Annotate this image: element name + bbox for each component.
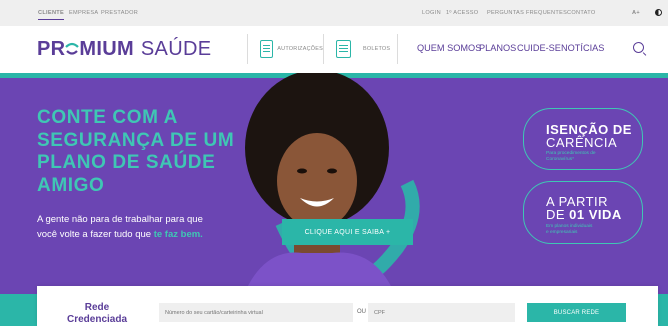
- rede-search-card: Rede Credenciada OU BUSCAR REDE: [37, 286, 658, 326]
- badge-isencao-note: Para procedimentos de Coronavírus*: [546, 151, 596, 163]
- note-line: e empresariais: [546, 230, 578, 235]
- boletos-label: BOLETOS: [363, 46, 391, 52]
- subtext-line: você volte a fazer tudo que te faz bem.: [37, 227, 203, 242]
- logo-mark-icon: [65, 39, 80, 55]
- hero-headline: CONTE COM A SEGURANÇA DE UM PLANO DE SAÚ…: [37, 107, 234, 197]
- utility-bar: CLIENTE EMPRESA PRESTADOR LOGIN 1º ACESS…: [0, 0, 668, 26]
- badge-vida: A PARTIR DE 01 VIDA Em planos individuai…: [523, 181, 643, 244]
- nav-planos[interactable]: PLANOS: [479, 43, 516, 53]
- rede-title-line2: Credenciada: [66, 314, 128, 325]
- note-line: Em planos individuais: [546, 224, 593, 229]
- contact-link[interactable]: CONTATO: [567, 0, 596, 26]
- first-access-link[interactable]: 1º ACESSO: [446, 0, 478, 26]
- search-network-button[interactable]: BUSCAR REDE: [527, 303, 626, 322]
- note-line: Coronavírus*: [546, 157, 574, 162]
- badge-vida-de: DE: [546, 207, 570, 222]
- rede-title-line1: Rede: [84, 302, 110, 313]
- font-size-button[interactable]: A+: [632, 0, 640, 26]
- login-link[interactable]: LOGIN: [422, 0, 441, 26]
- logo-part-saude: SAÚDE: [140, 38, 212, 60]
- hero-banner: CONTE COM A SEGURANÇA DE UM PLANO DE SAÚ…: [0, 73, 668, 299]
- subtext-highlight: te faz bem.: [153, 229, 203, 240]
- card-number-input[interactable]: [159, 303, 353, 322]
- or-label: OU: [357, 309, 366, 315]
- audience-empresa[interactable]: EMPRESA: [69, 0, 98, 26]
- badge-vida-count: 01 VIDA: [569, 207, 622, 222]
- headline-line: PLANO DE SAÚDE: [37, 152, 216, 173]
- logo-part-mium: MIUM: [79, 38, 134, 60]
- headline-line: AMIGO: [37, 174, 105, 196]
- search-icon[interactable]: [633, 42, 644, 53]
- badge-vida-line2: DE 01 VIDA: [546, 207, 622, 222]
- badge-vida-note: Em planos individuais e empresariais: [546, 224, 592, 236]
- site-header: PR MIUM SAÚDE AUTORIZAÇÕES BOLETOS QUEM …: [0, 26, 668, 73]
- hero-subtext: A gente não para de trabalhar para que v…: [37, 212, 203, 242]
- nav-noticias[interactable]: NOTÍCIAS: [561, 43, 604, 53]
- cta-button[interactable]: CLIQUE AQUI E SAIBA +: [282, 219, 413, 245]
- rede-title: Rede Credenciada: [37, 302, 157, 326]
- autorizacoes-button[interactable]: AUTORIZAÇÕES: [247, 34, 323, 64]
- subtext-line: A gente não para de trabalhar para que: [37, 214, 203, 225]
- subtext-line-2: você volte a fazer tudo que: [37, 229, 152, 240]
- headline-line: CONTE COM A: [37, 107, 179, 128]
- logo[interactable]: PR MIUM SAÚDE: [37, 38, 211, 61]
- nav-cuide-se[interactable]: CUIDE-SE: [517, 43, 561, 53]
- note-line: Para procedimentos de: [546, 151, 596, 156]
- badge-isencao-line2: CARÊNCIA: [546, 135, 618, 150]
- document-icon: [336, 40, 351, 58]
- nav-quem-somos[interactable]: QUEM SOMOS: [417, 43, 481, 53]
- boletos-button[interactable]: BOLETOS: [323, 34, 398, 64]
- contrast-icon[interactable]: [655, 9, 662, 16]
- document-icon: [260, 40, 274, 58]
- logo-part-pr: PR: [37, 38, 66, 60]
- audience-cliente[interactable]: CLIENTE: [38, 0, 65, 26]
- faq-link[interactable]: PERGUNTAS FREQUENTES: [487, 0, 567, 26]
- cpf-input[interactable]: [368, 303, 515, 322]
- badge-isencao: ISENÇÃO DE CARÊNCIA Para procedimentos d…: [523, 108, 643, 170]
- audience-prestador[interactable]: PRESTADOR: [101, 0, 138, 26]
- autorizacoes-label: AUTORIZAÇÕES: [277, 46, 323, 52]
- headline-line: SEGURANÇA DE UM: [37, 129, 235, 151]
- woman-photo: [242, 73, 420, 299]
